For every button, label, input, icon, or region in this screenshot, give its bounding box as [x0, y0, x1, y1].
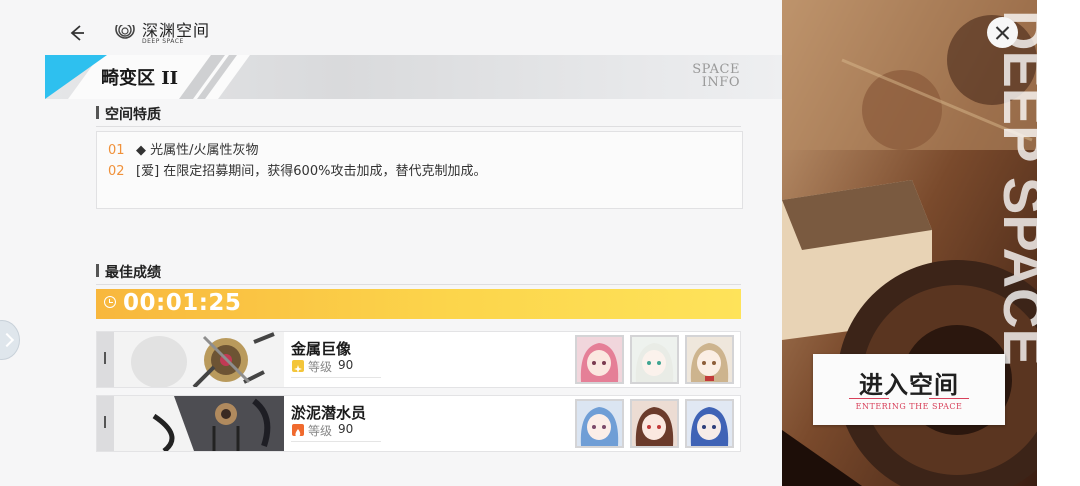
blue-short-hair-character-avatar	[687, 401, 732, 446]
divider	[291, 377, 381, 378]
team-portrait[interactable]	[575, 335, 624, 384]
boss-artwork	[114, 396, 284, 451]
arrow-left-icon	[70, 25, 84, 41]
level-label: 等级	[308, 424, 333, 438]
zone-title: 畸变区 II	[101, 68, 179, 89]
enter-space-button[interactable]: 进入空间 ENTERING THE SPACE	[813, 354, 1005, 425]
boss-rank-marker	[97, 396, 114, 451]
level-value: 90	[338, 358, 354, 372]
enter-space-label: 进入空间	[859, 370, 959, 399]
brand-subtitle: DEEP SPACE	[142, 38, 184, 45]
blue-hair-character-avatar	[577, 401, 622, 446]
top-bar: 深渊空间 DEEP SPACE	[0, 0, 782, 54]
chevron-right-icon[interactable]	[0, 320, 20, 360]
close-button[interactable]	[987, 17, 1018, 48]
traits-heading: 空间特质	[96, 104, 161, 124]
level-value: 90	[338, 422, 354, 436]
best-time-bar: 00:01:25	[96, 289, 741, 319]
spiral-logo-icon	[114, 18, 136, 39]
team-portrait[interactable]	[630, 399, 679, 448]
trait-number: 01	[108, 143, 125, 158]
team-portrait[interactable]	[575, 399, 624, 448]
trait-item: 02 [爱] 在限定招募期间，获得600%攻击加成，替代克制加成。	[108, 160, 486, 179]
boss-row[interactable]: 淤泥潜水员 等级 90	[96, 395, 741, 452]
light-element-icon	[292, 360, 304, 373]
main-stage: 深渊空间 DEEP SPACE 畸变区 II SPACE INFO 空间特质 0…	[0, 0, 782, 486]
divider	[96, 126, 741, 127]
pink-hair-character-avatar	[577, 337, 622, 382]
banner-accent	[45, 55, 107, 99]
decor-line	[849, 398, 889, 399]
deep-space-watermark: DEEP SPACE	[992, 10, 1055, 366]
level-label: 等级	[308, 360, 333, 374]
mud-diver-image	[114, 396, 284, 451]
brown-hair-character-avatar	[632, 401, 677, 446]
traits-panel: 01 ◆ 光属性/火属性灰物 02 [爱] 在限定招募期间，获得600%攻击加成，替…	[96, 131, 743, 209]
white-hair-character-avatar	[632, 337, 677, 382]
decor-line	[929, 398, 969, 399]
blonde-hair-character-avatar	[687, 337, 732, 382]
divider	[291, 441, 381, 442]
boss-artwork	[114, 332, 284, 387]
enter-space-sublabel: ENTERING THE SPACE	[855, 402, 963, 411]
trait-text: [爱] 在限定招募期间，获得600%攻击加成，替代克制加成。	[136, 164, 487, 179]
boss-row[interactable]: 金属巨像 等级 90	[96, 331, 741, 388]
team-portrait[interactable]	[630, 335, 679, 384]
space-info-label: SPACE INFO	[692, 63, 740, 89]
zone-banner: 畸变区 II SPACE INFO	[45, 55, 782, 99]
best-record-heading: 最佳成绩	[96, 262, 161, 282]
clock-icon	[104, 296, 116, 308]
boss-name: 金属巨像	[291, 340, 352, 358]
space-info-line2: INFO	[701, 75, 740, 90]
team-portrait[interactable]	[685, 335, 734, 384]
trait-number: 02	[108, 164, 125, 179]
best-time: 00:01:25	[123, 290, 242, 316]
divider	[96, 284, 741, 285]
team-portrait[interactable]	[685, 399, 734, 448]
fire-element-icon	[292, 424, 304, 438]
boss-rank-marker	[97, 332, 114, 387]
trait-text: ◆ 光属性/火属性灰物	[136, 143, 259, 158]
app: 深渊空间 DEEP SPACE 畸变区 II SPACE INFO 空间特质 0…	[0, 0, 1080, 486]
metal-colossus-image	[114, 332, 284, 387]
trait-item: 01 ◆ 光属性/火属性灰物	[108, 139, 259, 158]
boss-name: 淤泥潜水员	[291, 404, 367, 422]
back-button[interactable]	[66, 22, 88, 44]
